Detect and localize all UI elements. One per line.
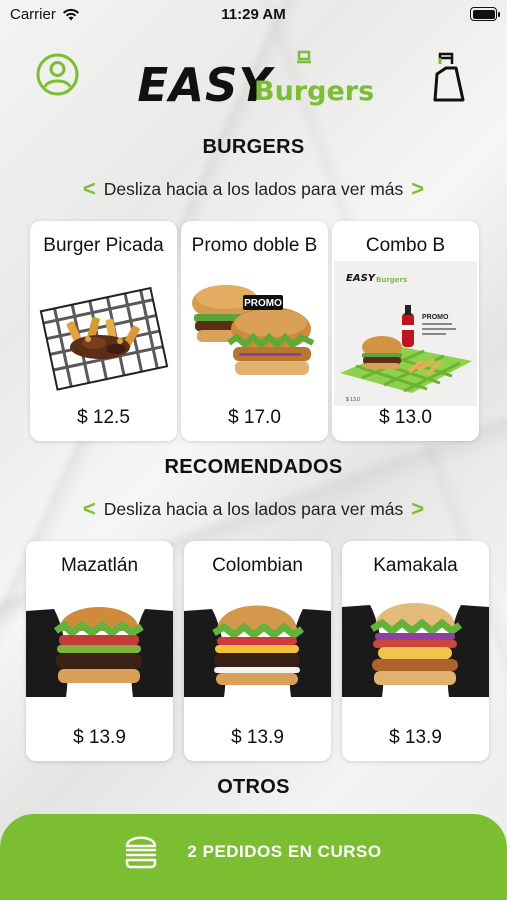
product-card[interactable]: Colombian $ 13.9 [184, 541, 331, 761]
product-price: $ 13.9 [389, 727, 442, 748]
scroll-hint-text: Desliza hacia a los lados para ver más [103, 498, 404, 519]
product-name: Kamakala [373, 555, 458, 576]
battery-icon [470, 7, 500, 21]
product-card[interactable]: Kamakala $ 13.9 [342, 541, 489, 761]
logo-sub-text: Burgers [254, 76, 375, 107]
product-image: PROMO [192, 285, 315, 375]
scroll-hint-text: Desliza hacia a los lados para ver más [103, 178, 404, 199]
status-bar: Carrier 11:29 AM [0, 0, 507, 28]
marble-background [0, 0, 507, 900]
product-name: Promo doble B [191, 235, 318, 256]
section-title-recomendados: RECOMENDADOS [164, 456, 343, 478]
product-card[interactable]: Mazatlán $ 13.9 [26, 541, 173, 761]
product-price: $ 12.5 [77, 407, 130, 428]
chevron-left-icon: < [82, 176, 96, 201]
flyer-brand-sub-text: Burgers [376, 276, 407, 284]
orders-in-progress-label: 2 PEDIDOS EN CURSO [187, 842, 382, 861]
product-image: EASY Burgers PROMO $ 13.0 [334, 261, 477, 406]
product-price: $ 13.0 [379, 407, 432, 428]
product-price: $ 17.0 [228, 407, 281, 428]
orders-in-progress-button[interactable]: 2 PEDIDOS EN CURSO [0, 814, 507, 900]
app-logo: EASY Burgers [136, 50, 376, 112]
product-name: Burger Picada [43, 235, 164, 256]
flyer-promo-text: PROMO [422, 314, 449, 321]
flyer-price-text: $ 13.0 [346, 397, 360, 403]
promo-badge: PROMO [244, 298, 282, 309]
product-price: $ 13.9 [231, 727, 284, 748]
product-card[interactable]: Promo doble B PROMO $ 17.0 [181, 221, 328, 441]
product-image [184, 605, 331, 697]
scroll-hint-burgers: < Desliza hacia a los lados para ver más… [0, 178, 507, 200]
product-name: Colombian [212, 555, 303, 576]
logo-main-text: EASY [137, 58, 273, 112]
product-name: Mazatlán [60, 555, 139, 576]
user-circle-icon[interactable] [36, 53, 79, 96]
product-card[interactable]: Burger Picada $ 12.5 [30, 221, 177, 441]
clock: 11:29 AM [221, 6, 286, 23]
chevron-right-icon: > [411, 176, 425, 201]
burger-icon [126, 836, 157, 869]
product-image [39, 286, 169, 391]
section-title-otros: OTROS [217, 776, 290, 798]
chevron-left-icon: < [82, 496, 96, 521]
shopping-bag-icon[interactable] [432, 50, 468, 104]
chevron-right-icon: > [411, 496, 425, 521]
flyer-brand-text: EASY [346, 273, 377, 284]
logo-bag-icon [297, 50, 311, 64]
app-header: EASY Burgers [0, 45, 507, 112]
product-image [342, 603, 489, 697]
product-name: Combo B [365, 235, 446, 256]
product-price: $ 13.9 [73, 727, 126, 748]
scroll-hint-recomendados: < Desliza hacia a los lados para ver más… [0, 498, 507, 520]
section-title-burgers: BURGERS [202, 136, 305, 158]
product-image [26, 607, 173, 697]
product-card[interactable]: Combo B EASY Burgers PROMO $ 13.0 $ 13.0 [332, 221, 479, 441]
